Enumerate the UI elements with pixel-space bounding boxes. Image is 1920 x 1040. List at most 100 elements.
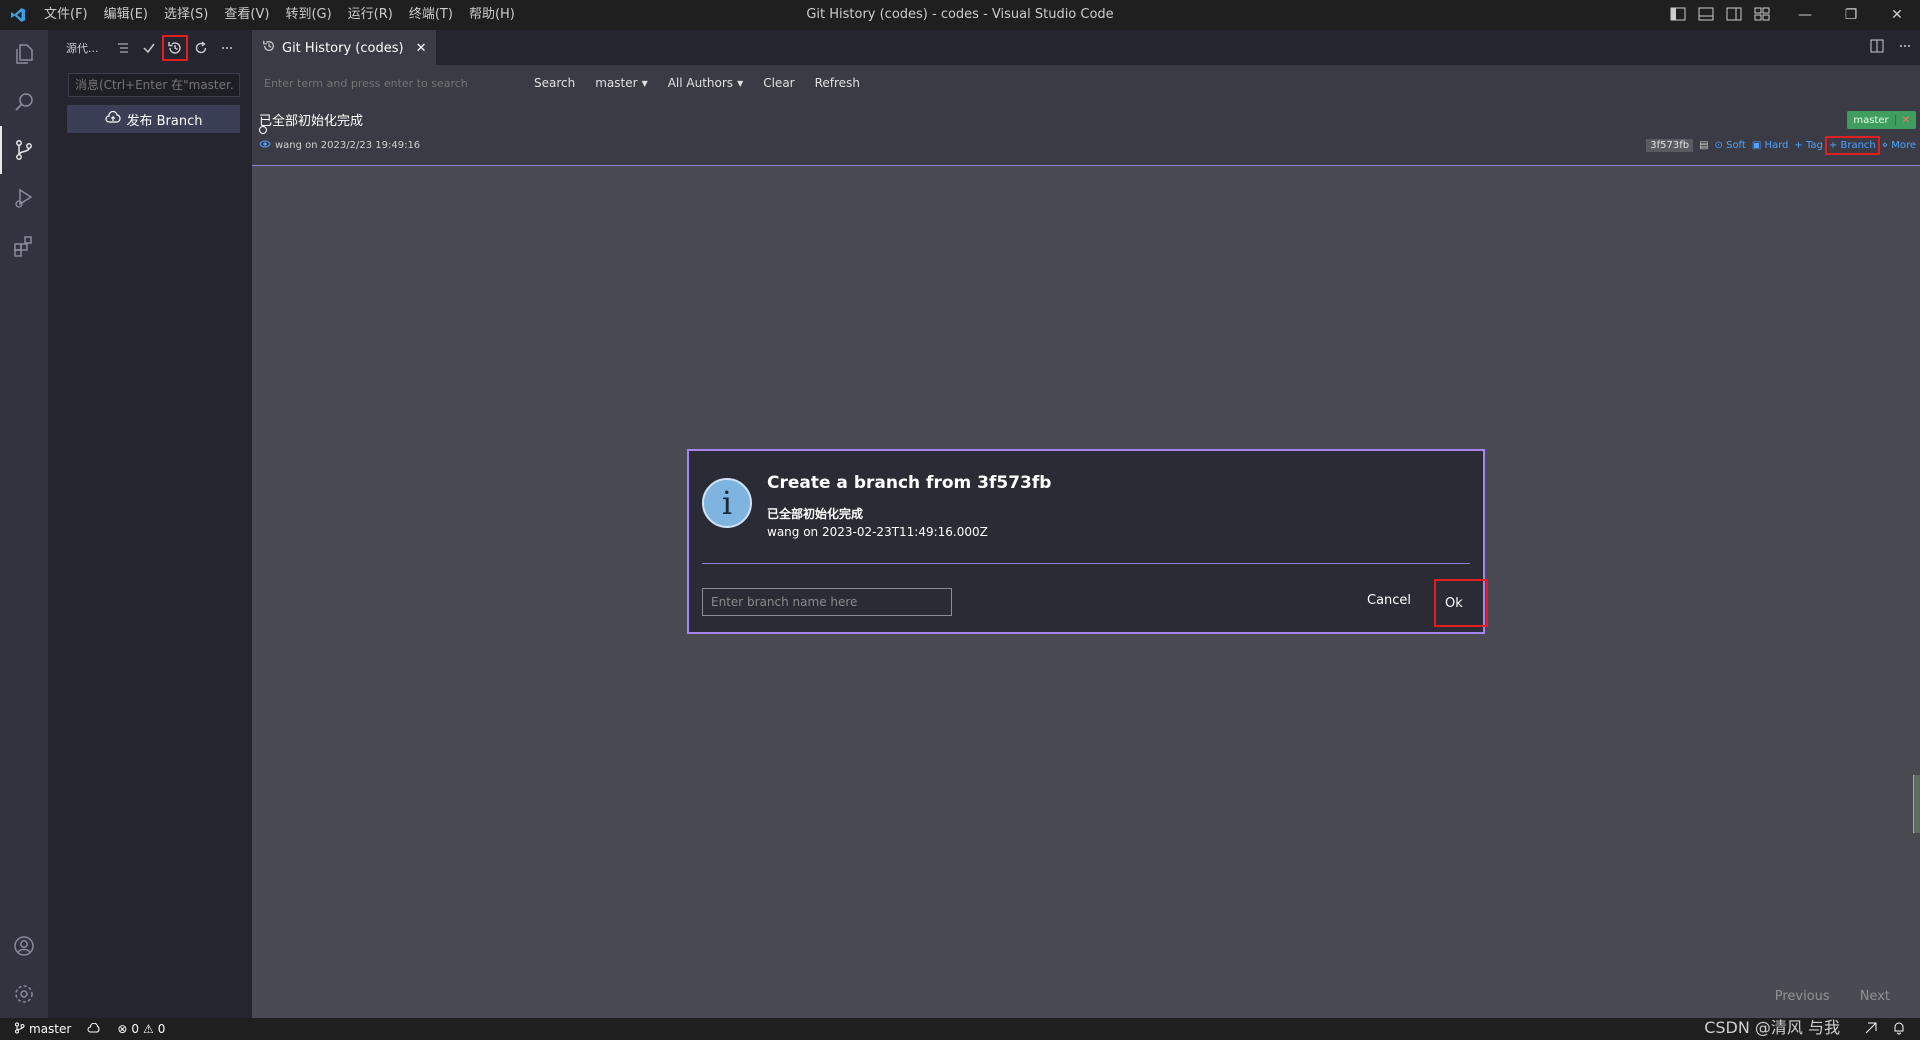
customize-layout-icon[interactable] bbox=[1754, 7, 1772, 23]
hard-reset-label: Hard bbox=[1764, 139, 1789, 151]
git-branch-icon bbox=[14, 1022, 25, 1037]
search-icon[interactable] bbox=[0, 78, 48, 126]
publish-branch-label: 发布 Branch bbox=[126, 113, 203, 129]
tab-label: Git History (codes) bbox=[282, 40, 404, 56]
menu-terminal[interactable]: 终端(T) bbox=[401, 0, 461, 30]
caret-down-icon: ▼ bbox=[641, 78, 648, 88]
create-branch-dialog: i Create a branch from 3f573fb 已全部初始化完成 … bbox=[687, 449, 1488, 634]
extensions-icon[interactable] bbox=[0, 222, 48, 270]
soft-reset-link[interactable]: ⊙ Soft bbox=[1715, 140, 1746, 151]
branch-filter-dropdown[interactable]: master ▼ bbox=[595, 76, 647, 90]
cloud-upload-icon bbox=[104, 110, 121, 127]
menu-view[interactable]: 查看(V) bbox=[216, 0, 277, 30]
menu-go[interactable]: 转到(G) bbox=[277, 0, 339, 30]
title-bar: 文件(F) 编辑(E) 选择(S) 查看(V) 转到(G) 运行(R) 终端(T… bbox=[0, 0, 1920, 30]
window-controls: — ❐ ✕ bbox=[1782, 0, 1920, 30]
next-page-button[interactable]: Next bbox=[1860, 989, 1890, 1004]
problems-status[interactable]: ⊗ 0 ⚠ 0 bbox=[109, 1022, 173, 1036]
source-control-sidebar: 源代... 发布 Branch bbox=[48, 30, 252, 1018]
accounts-icon[interactable] bbox=[0, 922, 48, 970]
author-filter-dropdown[interactable]: All Authors ▼ bbox=[668, 76, 744, 90]
cancel-button[interactable]: Cancel bbox=[1367, 593, 1411, 608]
error-count: 0 bbox=[131, 1022, 140, 1036]
add-tag-link[interactable]: + Tag bbox=[1794, 140, 1823, 151]
csdn-watermark: CSDN @清风 与我 bbox=[1704, 1018, 1840, 1037]
split-editor-icon[interactable] bbox=[1870, 38, 1884, 57]
warning-count: 0 bbox=[157, 1022, 166, 1036]
eye-icon[interactable] bbox=[259, 139, 271, 152]
menu-run[interactable]: 运行(R) bbox=[340, 0, 401, 30]
more-actions-icon[interactable] bbox=[214, 35, 240, 61]
branch-tag[interactable]: master ✕ bbox=[1847, 111, 1916, 129]
run-debug-icon[interactable] bbox=[0, 174, 48, 222]
publish-branch-button[interactable]: 发布 Branch bbox=[67, 105, 240, 133]
branch-filter-label: master bbox=[595, 76, 638, 90]
editor-actions bbox=[1870, 30, 1912, 65]
notifications-bell-icon[interactable] bbox=[1892, 1021, 1906, 1038]
clear-button[interactable]: Clear bbox=[763, 76, 794, 90]
settings-gear-icon[interactable] bbox=[0, 970, 48, 1018]
git-history-toolbar: Search master ▼ All Authors ▼ Clear Refr… bbox=[252, 65, 1920, 101]
activity-bar bbox=[0, 30, 48, 1018]
tab-git-history[interactable]: Git History (codes) ✕ bbox=[252, 30, 437, 65]
create-branch-link[interactable]: + Branch bbox=[1824, 135, 1880, 155]
info-icon: i bbox=[702, 478, 752, 528]
more-label: More bbox=[1891, 139, 1916, 151]
copy-icon[interactable]: ▤ bbox=[1699, 140, 1708, 151]
more-link[interactable]: ⋄ More bbox=[1882, 140, 1916, 151]
commit-message-input[interactable] bbox=[68, 73, 240, 97]
dialog-commit-meta: wang on 2023-02-23T11:49:16.000Z bbox=[767, 525, 988, 539]
previous-page-button[interactable]: Previous bbox=[1775, 989, 1830, 1004]
history-icon bbox=[262, 39, 276, 57]
explorer-icon[interactable] bbox=[0, 30, 48, 78]
commit-graph-node bbox=[259, 126, 267, 134]
commit-subject: 已全部初始化完成 bbox=[259, 114, 364, 129]
refresh-button[interactable]: Refresh bbox=[815, 76, 860, 90]
menu-edit[interactable]: 编辑(E) bbox=[96, 0, 156, 30]
caret-down-icon: ▼ bbox=[737, 78, 744, 88]
tab-bar: Git History (codes) ✕ bbox=[252, 30, 1920, 65]
dialog-commit-subject: 已全部初始化完成 bbox=[767, 507, 864, 521]
vscode-logo-icon bbox=[0, 0, 36, 30]
remove-branch-icon[interactable]: ✕ bbox=[1894, 114, 1916, 126]
history-search-input[interactable] bbox=[264, 71, 504, 95]
ok-button[interactable]: Ok bbox=[1434, 579, 1488, 627]
search-button[interactable]: Search bbox=[534, 76, 575, 90]
hard-reset-link[interactable]: ▣ Hard bbox=[1752, 140, 1789, 151]
toggle-secondary-sidebar-icon[interactable] bbox=[1726, 7, 1744, 23]
commit-author-line: wang on 2023/2/23 19:49:16 bbox=[275, 140, 421, 151]
cloud-sync-icon bbox=[87, 1022, 101, 1036]
sidebar-header: 源代... bbox=[48, 30, 252, 65]
branch-status-label: master bbox=[29, 1022, 72, 1036]
scrollbar-indicator[interactable] bbox=[1913, 775, 1920, 833]
view-as-tree-icon[interactable] bbox=[110, 35, 136, 61]
editor-more-icon[interactable] bbox=[1898, 38, 1912, 57]
commit-actions: 3f573fb ▤ ⊙ Soft ▣ Hard + Tag + Branch ⋄… bbox=[1646, 135, 1916, 155]
sidebar-title: 源代... bbox=[66, 41, 99, 55]
toggle-panel-icon[interactable] bbox=[1698, 7, 1716, 23]
branch-status[interactable]: master bbox=[0, 1022, 79, 1037]
restore-icon[interactable]: ❐ bbox=[1828, 0, 1874, 30]
menu-help[interactable]: 帮助(H) bbox=[461, 0, 523, 30]
status-bar: master ⊗ 0 ⚠ 0 CSDN @清风 与我 bbox=[0, 1018, 1920, 1040]
soft-reset-label: Soft bbox=[1726, 139, 1746, 151]
close-window-icon[interactable]: ✕ bbox=[1874, 0, 1920, 30]
commit-check-icon[interactable] bbox=[136, 35, 162, 61]
menu-selection[interactable]: 选择(S) bbox=[156, 0, 216, 30]
menu-file[interactable]: 文件(F) bbox=[36, 0, 96, 30]
menu-bar: 文件(F) 编辑(E) 选择(S) 查看(V) 转到(G) 运行(R) 终端(T… bbox=[36, 0, 523, 30]
commit-hash[interactable]: 3f573fb bbox=[1646, 138, 1694, 152]
layout-controls bbox=[1670, 0, 1772, 30]
close-tab-icon[interactable]: ✕ bbox=[416, 41, 427, 56]
source-control-icon[interactable] bbox=[0, 126, 48, 174]
branch-name-input[interactable] bbox=[702, 588, 952, 616]
dialog-title: Create a branch from 3f573fb bbox=[767, 473, 1052, 493]
feedback-icon[interactable] bbox=[1864, 1021, 1878, 1038]
warning-icon: ⚠ bbox=[143, 1022, 154, 1036]
git-history-icon[interactable] bbox=[162, 34, 188, 61]
minimize-icon[interactable]: — bbox=[1782, 0, 1828, 30]
toggle-primary-sidebar-icon[interactable] bbox=[1670, 7, 1688, 23]
publish-status[interactable] bbox=[79, 1022, 109, 1036]
commit-entry[interactable]: 已全部初始化完成 wang on 2023/2/23 19:49:16 mast… bbox=[252, 101, 1920, 166]
refresh-icon[interactable] bbox=[188, 35, 214, 61]
